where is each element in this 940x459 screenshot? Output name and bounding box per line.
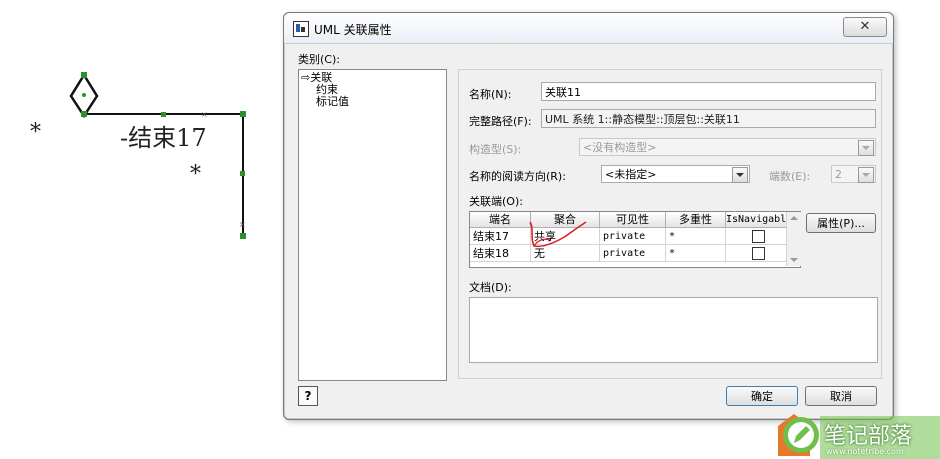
column-header-multiplicity[interactable]: 多重性 [666, 212, 726, 228]
navigable-checkbox[interactable] [752, 247, 765, 260]
watermark: 笔记部落 www.notetribe.com [776, 412, 940, 459]
table-cell-navigable[interactable] [726, 228, 787, 245]
ends-count-select: 2 [831, 165, 876, 183]
handle-left[interactable] [81, 111, 87, 117]
left-multiplicity: * [30, 120, 41, 145]
tree-item-constraint[interactable]: 约束 [316, 84, 338, 95]
chevron-down-icon[interactable] [732, 167, 748, 183]
cancel-button[interactable]: 取消 [805, 386, 877, 406]
table-cell-navigable[interactable] [726, 245, 787, 262]
fullpath-label: 完整路径(F): [469, 115, 532, 128]
right-multiplicity: * [190, 162, 201, 187]
navigable-checkbox[interactable] [752, 230, 765, 243]
arrow-right-icon: ⇨ [301, 71, 311, 84]
waypoint-mark-2: × [239, 220, 246, 229]
app-icon [293, 21, 309, 37]
watermark-url: www.notetribe.com [826, 447, 904, 456]
stereotype-select: <没有构造型> [579, 138, 876, 156]
column-header-visibility[interactable]: 可见性 [600, 212, 666, 228]
chevron-down-icon [858, 167, 874, 183]
table-cell-visibility[interactable]: private [600, 245, 666, 262]
association-ends-table[interactable]: 端名 聚合 可见性 多重性 IsNavigabl 结束17 共享 private… [469, 211, 801, 268]
fullpath-field: UML 系统 1::静态模型::顶层包::关联11 [541, 109, 876, 128]
tree-item-association[interactable]: ⇨关联 [301, 72, 332, 83]
close-icon: ✕ [859, 19, 871, 34]
red-annotation-mark [529, 221, 587, 248]
handle-end[interactable] [240, 233, 246, 239]
reading-direction-select[interactable]: <未指定> [601, 165, 750, 183]
documentation-label: 文档(D): [469, 281, 512, 294]
association-ends-label: 关联端(O): [469, 195, 523, 208]
tree-item-tagged-values[interactable]: 标记值 [316, 96, 349, 107]
uml-association-properties-dialog: UML 关联属性 ✕ 类别(C): ⇨关联 约束 标记值 名称(N): 关联11… [283, 12, 894, 420]
dialog-titlebar[interactable]: UML 关联属性 ✕ [284, 13, 893, 44]
handle-mid[interactable] [161, 112, 166, 117]
close-button[interactable]: ✕ [843, 17, 887, 37]
handle-corner[interactable] [240, 111, 246, 117]
role-label: -结束17 [120, 124, 207, 152]
watermark-text: 笔记部落 [824, 424, 913, 449]
column-header-navigable[interactable]: IsNavigabl [726, 212, 787, 228]
category-tree[interactable]: ⇨关联 约束 标记值 [298, 69, 447, 381]
table-cell-end[interactable]: 结束18 [470, 245, 531, 262]
handle-top[interactable] [81, 72, 87, 78]
chevron-down-icon [858, 140, 874, 156]
diamond-center-dot [82, 93, 86, 97]
table-cell-multiplicity[interactable]: * [666, 245, 726, 262]
table-scrollbar[interactable] [786, 212, 801, 266]
category-label: 类别(C): [298, 53, 340, 66]
reading-direction-label: 名称的阅读方向(R): [469, 170, 566, 183]
documentation-textarea[interactable] [469, 297, 878, 363]
table-cell-multiplicity[interactable]: * [666, 228, 726, 245]
table-cell-end[interactable]: 结束17 [470, 228, 531, 245]
stereotype-label: 构造型(S): [469, 143, 522, 156]
handle-vertical-mid[interactable] [240, 171, 245, 176]
table-cell-visibility[interactable]: private [600, 228, 666, 245]
name-label: 名称(N): [469, 88, 512, 101]
ends-count-label: 端数(E): [769, 170, 811, 183]
dialog-title: UML 关联属性 [314, 23, 392, 37]
properties-button[interactable]: 属性(P)... [806, 213, 876, 233]
ok-button[interactable]: 确定 [726, 386, 798, 406]
column-header-end-name[interactable]: 端名 [470, 212, 531, 228]
name-input[interactable]: 关联11 [541, 82, 876, 101]
help-icon[interactable]: ? [298, 386, 318, 406]
